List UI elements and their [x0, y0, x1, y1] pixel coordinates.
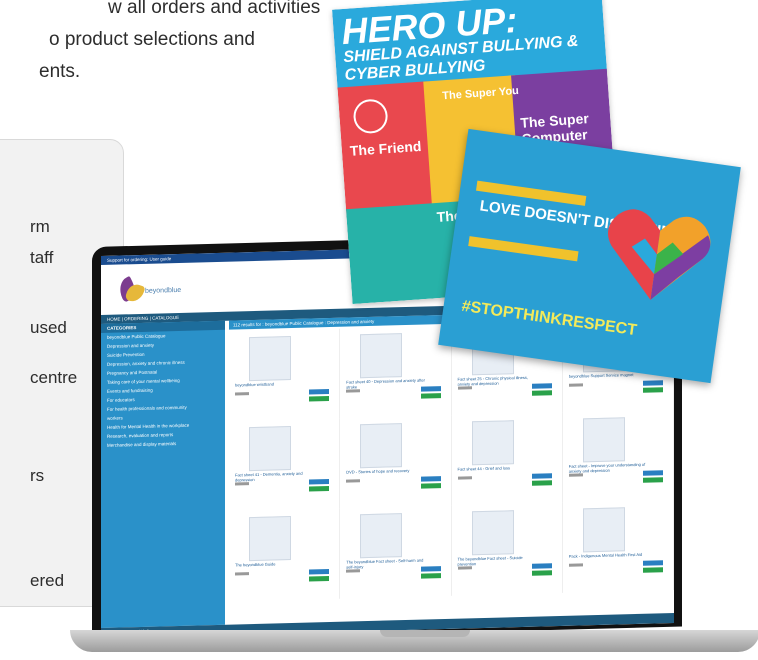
- product-card[interactable]: The beyondblue Fact sheet - Self-harm an…: [340, 505, 452, 599]
- product-title[interactable]: Fact sheet 40 - Depression and anxiety a…: [346, 377, 426, 390]
- product-price: [235, 482, 249, 486]
- add-to-cart-button[interactable]: [420, 483, 441, 489]
- product-title[interactable]: The beyondblue Fact sheet - Suicide prev…: [458, 555, 538, 567]
- details-button[interactable]: [531, 383, 552, 389]
- details-button[interactable]: [420, 566, 441, 572]
- product-title[interactable]: beyondblue wristband: [235, 380, 315, 387]
- details-button[interactable]: [643, 380, 663, 386]
- product-thumbnail[interactable]: [471, 510, 514, 556]
- product-thumbnail[interactable]: [249, 516, 291, 562]
- feature-item: used: [30, 318, 67, 337]
- product-price: [457, 566, 472, 570]
- category-sidebar: CATEGORIES beyondblue Public Catalogue D…: [101, 320, 225, 628]
- feature-item: taff: [30, 248, 54, 267]
- add-to-cart-button[interactable]: [643, 477, 663, 483]
- add-to-cart-button[interactable]: [420, 573, 441, 579]
- intro-line-2: o product selections and: [49, 29, 255, 50]
- add-to-cart-button[interactable]: [309, 486, 330, 492]
- product-card[interactable]: DVD - Stories of hope and recovery: [340, 415, 452, 509]
- intro-text: w all orders and activities o product se…: [0, 0, 330, 88]
- product-title[interactable]: Fact sheet - Improve your understanding …: [569, 462, 649, 474]
- product-thumbnail[interactable]: [582, 507, 625, 553]
- product-card[interactable]: Fact sheet - Improve your understanding …: [562, 409, 674, 503]
- add-to-cart-button[interactable]: [643, 567, 663, 573]
- add-to-cart-button[interactable]: [531, 480, 552, 486]
- product-price: [568, 563, 583, 567]
- product-thumbnail[interactable]: [249, 336, 291, 382]
- add-to-cart-button[interactable]: [309, 576, 330, 582]
- product-price: [235, 392, 249, 396]
- add-to-cart-button[interactable]: [531, 570, 552, 576]
- product-thumbnail[interactable]: [249, 426, 291, 472]
- rainbow-heart-icon: [607, 209, 711, 300]
- details-button[interactable]: [309, 389, 330, 395]
- add-to-cart-button[interactable]: [531, 390, 552, 396]
- product-card[interactable]: Fact sheet 40 - Depression and anxiety a…: [340, 325, 452, 419]
- add-to-cart-button[interactable]: [643, 387, 663, 393]
- product-price: [235, 572, 249, 576]
- feature-item: ered: [30, 571, 65, 590]
- product-thumbnail[interactable]: [360, 513, 403, 559]
- love-doesnt-discriminate-poster: LOVE DOESN'T DISCRIMINATE #STOPTHINKRESP…: [438, 128, 741, 384]
- intro-line-1: w all orders and activities: [108, 0, 321, 18]
- product-price: [568, 473, 583, 477]
- product-card[interactable]: The beyondblue Guide: [229, 508, 341, 602]
- poster-hashtag: #STOPTHINKRESPECT: [460, 297, 638, 340]
- product-title[interactable]: The beyondblue Guide: [235, 560, 315, 567]
- product-price: [568, 383, 583, 387]
- details-button[interactable]: [643, 560, 663, 566]
- product-title[interactable]: Fact sheet 25 - Chronic physical illness…: [458, 375, 538, 387]
- details-button[interactable]: [420, 386, 441, 392]
- product-title[interactable]: Fact sheet 44 - Grief and loss: [458, 465, 538, 471]
- product-card[interactable]: Fact sheet 41 - Dementia, anxiety and de…: [229, 418, 341, 512]
- product-thumbnail[interactable]: [360, 423, 403, 469]
- feature-item: centre: [30, 368, 78, 387]
- product-price: [346, 479, 361, 483]
- site-name: beyondblue: [145, 286, 182, 295]
- intro-line-3: ents.: [39, 61, 81, 82]
- add-to-cart-button[interactable]: [309, 396, 330, 402]
- add-to-cart-button[interactable]: [420, 393, 441, 399]
- product-thumbnail[interactable]: [471, 420, 514, 466]
- feature-item: rs: [30, 466, 45, 485]
- product-card[interactable]: beyondblue wristband: [229, 328, 341, 422]
- details-button[interactable]: [309, 569, 330, 575]
- details-button[interactable]: [531, 473, 552, 479]
- product-title[interactable]: Pack - Indigenous Mental Health First Ai…: [569, 552, 649, 559]
- details-button[interactable]: [309, 479, 330, 485]
- product-card[interactable]: The beyondblue Fact sheet - Suicide prev…: [451, 502, 563, 596]
- product-price: [457, 476, 472, 480]
- product-price: [346, 569, 361, 573]
- yellow-bar: [468, 236, 579, 262]
- product-card[interactable]: Pack - Indigenous Mental Health First Ai…: [562, 499, 674, 593]
- product-thumbnail[interactable]: [360, 333, 403, 379]
- product-price: [346, 389, 361, 393]
- product-title[interactable]: Fact sheet 41 - Dementia, anxiety and de…: [235, 470, 315, 483]
- product-card[interactable]: Fact sheet 44 - Grief and loss: [451, 412, 563, 506]
- sidebar-item[interactable]: Merchandise and display materials: [101, 438, 225, 450]
- details-button[interactable]: [643, 470, 663, 476]
- product-title[interactable]: DVD - Stories of hope and recovery: [346, 467, 426, 475]
- feature-item: rm: [30, 217, 50, 236]
- details-button[interactable]: [531, 563, 552, 569]
- product-thumbnail[interactable]: [582, 417, 625, 463]
- product-title[interactable]: The beyondblue Fact sheet - Self-harm an…: [346, 557, 426, 570]
- details-button[interactable]: [420, 476, 441, 482]
- product-price: [457, 386, 472, 390]
- laptop-notch: [380, 630, 470, 637]
